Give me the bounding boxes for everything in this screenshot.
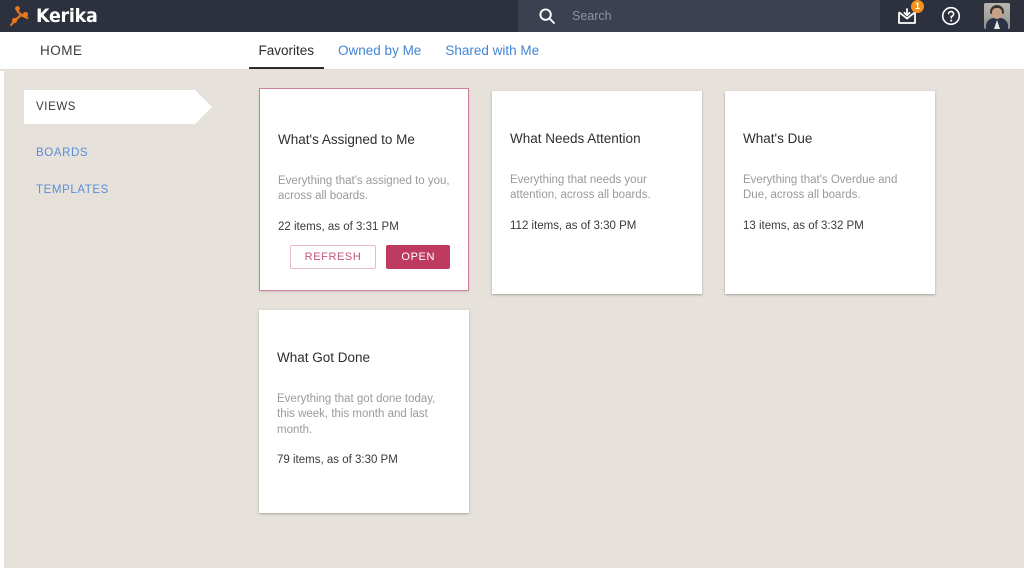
- refresh-button[interactable]: REFRESH: [289, 245, 377, 269]
- card-description: Everything that needs your attention, ac…: [510, 173, 651, 202]
- card-title: What Needs Attention: [510, 131, 641, 146]
- card-description: Everything that got done today, this wee…: [277, 392, 436, 436]
- brand-area[interactable]: Kerika: [0, 0, 518, 32]
- card-item-count: 22 items, as of 3:31 PM: [278, 220, 399, 233]
- open-button[interactable]: OPEN: [386, 245, 450, 269]
- card-item-count: 112 items, as of 3:30 PM: [510, 219, 637, 232]
- avatar[interactable]: [984, 3, 1010, 29]
- secondary-nav-bar: HOME Favorites Owned by Me Shared with M…: [0, 32, 1024, 70]
- tab-list: Favorites Owned by Me Shared with Me: [247, 32, 552, 69]
- left-edge-strip: [0, 71, 4, 568]
- brand-name: Kerika: [36, 4, 98, 27]
- sidebar: VIEWS BOARDS TEMPLATES: [24, 90, 234, 198]
- search-icon: [538, 7, 556, 25]
- card-title: What's Assigned to Me: [278, 132, 415, 147]
- card-description: Everything that's Overdue and Due, acros…: [743, 173, 898, 202]
- home-link[interactable]: HOME: [0, 32, 83, 69]
- view-card-what-got-done[interactable]: What Got Done Everything that got done t…: [259, 310, 469, 513]
- top-bar: Kerika 1: [0, 0, 1024, 32]
- kerika-runner-logo-icon: [8, 4, 34, 28]
- card-title: What's Due: [743, 131, 813, 146]
- inbox-download-icon[interactable]: 1: [896, 0, 924, 27]
- sidebar-item-views[interactable]: VIEWS: [24, 90, 212, 124]
- view-card-needs-attention[interactable]: What Needs Attention Everything that nee…: [492, 91, 702, 294]
- topbar-actions: 1: [880, 0, 1024, 32]
- search-bar[interactable]: [518, 0, 880, 32]
- inbox-badge-count: 1: [911, 0, 924, 13]
- card-title: What Got Done: [277, 350, 371, 365]
- sidebar-item-boards[interactable]: BOARDS: [24, 145, 234, 161]
- tab-shared-with-me[interactable]: Shared with Me: [433, 32, 551, 69]
- view-card-assigned-to-me[interactable]: What's Assigned to Me Everything that's …: [259, 88, 469, 291]
- sidebar-item-templates[interactable]: TEMPLATES: [24, 182, 234, 198]
- tab-owned-by-me[interactable]: Owned by Me: [326, 32, 433, 69]
- search-input[interactable]: [572, 4, 862, 28]
- question-circle-icon[interactable]: [940, 5, 962, 27]
- sidebar-item-views-label: VIEWS: [36, 101, 77, 113]
- card-item-count: 79 items, as of 3:30 PM: [277, 454, 398, 467]
- card-actions: REFRESH OPEN: [278, 245, 450, 269]
- view-card-whats-due[interactable]: What's Due Everything that's Overdue and…: [725, 91, 935, 294]
- tab-favorites[interactable]: Favorites: [247, 32, 327, 69]
- avatar-face: [992, 8, 1002, 19]
- main-content: VIEWS BOARDS TEMPLATES What's Assigned t…: [0, 71, 1024, 568]
- card-description: Everything that's assigned to you, acros…: [278, 174, 450, 203]
- card-item-count: 13 items, as of 3:32 PM: [743, 219, 864, 232]
